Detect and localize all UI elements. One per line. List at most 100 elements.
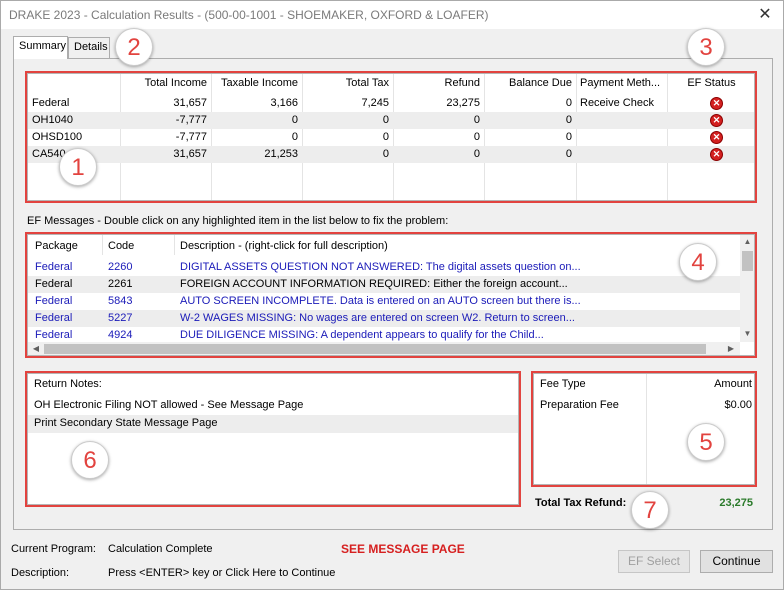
col-refund[interactable]: Refund (393, 75, 484, 92)
ef-messages-horizontal-scrollbar[interactable]: ◀ ▶ (28, 342, 740, 355)
total-tax-value: 0 (382, 114, 389, 126)
error-icon[interactable]: ✕ (710, 114, 723, 127)
col-total-tax[interactable]: Total Tax (302, 75, 393, 92)
tab-summary[interactable]: Summary (13, 36, 68, 59)
col-code[interactable]: Code (104, 238, 176, 255)
col-package[interactable]: Package (31, 238, 103, 255)
col-amount[interactable]: Amount (646, 376, 754, 393)
refund-value: 0 (473, 148, 480, 160)
message-description: AUTO SCREEN INCOMPLETE. Data is entered … (180, 295, 581, 307)
summary-row-ohsd100[interactable]: OHSD100 -7,777 0 0 0 0 ✕ (28, 129, 754, 146)
scroll-down-icon[interactable]: ▼ (740, 329, 754, 338)
total-tax-refund-label: Total Tax Refund: (535, 497, 627, 509)
error-icon[interactable]: ✕ (710, 131, 723, 144)
calculation-results-window: DRAKE 2023 - Calculation Results - (500-… (0, 0, 784, 590)
taxable-income-value: 0 (291, 131, 298, 143)
fee-row[interactable]: Preparation Fee $0.00 (534, 397, 754, 414)
ef-message-row[interactable]: Federal 5843 AUTO SCREEN INCOMPLETE. Dat… (28, 293, 754, 310)
col-fee-type[interactable]: Fee Type (536, 376, 646, 393)
col-description[interactable]: Description - (right-click for full desc… (176, 238, 676, 255)
ef-message-row[interactable]: Federal 2260 DIGITAL ASSETS QUESTION NOT… (28, 259, 754, 276)
callout-5: 5 (687, 423, 725, 461)
fees-grid: Fee Type Amount Preparation Fee $0.00 (533, 373, 755, 485)
callout-2: 2 (115, 28, 153, 66)
summary-header-row: Total Income Taxable Income Total Tax Re… (28, 75, 754, 92)
fee-amount-value: $0.00 (724, 399, 752, 411)
payment-method-value (576, 146, 667, 163)
total-tax-value: 7,245 (361, 97, 389, 109)
row-name: Federal (32, 97, 70, 109)
summary-row-oh1040[interactable]: OH1040 -7,777 0 0 0 0 ✕ (28, 112, 754, 129)
error-icon[interactable]: ✕ (710, 97, 723, 110)
message-description: W-2 WAGES MISSING: No wages are entered … (180, 312, 575, 324)
total-income-value: 31,657 (173, 148, 207, 160)
scroll-right-icon[interactable]: ▶ (725, 344, 737, 353)
refund-value: 0 (473, 131, 480, 143)
message-package: Federal (35, 312, 73, 324)
total-tax-value: 0 (382, 148, 389, 160)
col-taxable-income[interactable]: Taxable Income (211, 75, 302, 92)
refund-value: 0 (473, 114, 480, 126)
col-balance-due[interactable]: Balance Due (484, 75, 576, 92)
message-package: Federal (35, 295, 73, 307)
return-note-item[interactable]: OH Electronic Filing NOT allowed - See M… (28, 397, 518, 415)
return-note-item[interactable]: Print Secondary State Message Page (28, 415, 518, 433)
see-message-page-alert: SEE MESSAGE PAGE (341, 542, 465, 556)
current-program-value: Calculation Complete (108, 543, 213, 555)
close-icon[interactable]: ✕ (755, 5, 775, 25)
callout-1: 1 (59, 148, 97, 186)
taxable-income-value: 3,166 (270, 97, 298, 109)
return-note-text: OH Electronic Filing NOT allowed - See M… (34, 399, 304, 411)
balance-due-value: 0 (565, 148, 572, 160)
total-income-value: -7,777 (175, 131, 207, 143)
scroll-thumb[interactable] (742, 251, 753, 271)
col-ef-status[interactable]: EF Status (667, 75, 754, 92)
summary-row-ca540[interactable]: CA540 31,657 21,253 0 0 0 ✕ (28, 146, 754, 163)
message-code: 5843 (108, 295, 133, 307)
error-icon[interactable]: ✕ (710, 148, 723, 161)
balance-due-value: 0 (565, 131, 572, 143)
description-value[interactable]: Press <ENTER> key or Click Here to Conti… (108, 567, 335, 579)
col-payment-method[interactable]: Payment Meth... (576, 75, 667, 92)
ef-message-row[interactable]: Federal 2261 FOREIGN ACCOUNT INFORMATION… (28, 276, 754, 293)
return-note-text: Print Secondary State Message Page (34, 417, 218, 429)
message-code: 2260 (108, 261, 133, 273)
ef-messages-vertical-scrollbar[interactable]: ▲ ▼ (740, 235, 754, 342)
message-code: 2261 (108, 278, 133, 290)
total-tax-refund-value: 23,275 (719, 497, 753, 509)
taxable-income-value: 0 (291, 114, 298, 126)
summary-grid: Total Income Taxable Income Total Tax Re… (27, 73, 755, 201)
tab-details[interactable]: Details (68, 37, 110, 58)
row-name: OH1040 (32, 114, 73, 126)
payment-method-value (576, 129, 667, 146)
callout-7: 7 (631, 491, 669, 529)
refund-value: 23,275 (446, 97, 480, 109)
callout-3: 3 (687, 28, 725, 66)
scroll-thumb[interactable] (44, 344, 706, 354)
message-description: FOREIGN ACCOUNT INFORMATION REQUIRED: Ei… (180, 278, 568, 290)
title-bar: DRAKE 2023 - Calculation Results - (500-… (1, 1, 783, 29)
callout-6: 6 (71, 441, 109, 479)
balance-due-value: 0 (565, 114, 572, 126)
continue-button[interactable]: Continue (700, 550, 773, 573)
message-description: DIGITAL ASSETS QUESTION NOT ANSWERED: Th… (180, 261, 581, 273)
row-name: OHSD100 (32, 131, 83, 143)
scroll-up-icon[interactable]: ▲ (740, 237, 754, 246)
summary-row-federal[interactable]: Federal 31,657 3,166 7,245 23,275 0 Rece… (28, 95, 754, 112)
callout-4: 4 (679, 243, 717, 281)
window-title: DRAKE 2023 - Calculation Results - (500-… (9, 8, 489, 22)
scroll-left-icon[interactable]: ◀ (30, 344, 42, 353)
payment-method-value: Receive Check (580, 97, 654, 109)
ef-select-button[interactable]: EF Select (618, 550, 690, 573)
payment-method-value (576, 112, 667, 129)
message-code: 5227 (108, 312, 133, 324)
description-label: Description: (11, 567, 70, 579)
return-notes-heading: Return Notes: (34, 378, 102, 390)
total-income-value: 31,657 (173, 97, 207, 109)
ef-message-row[interactable]: Federal 5227 W-2 WAGES MISSING: No wages… (28, 310, 754, 327)
message-package: Federal (35, 261, 73, 273)
fee-type-value: Preparation Fee (540, 399, 619, 411)
col-total-income[interactable]: Total Income (120, 75, 211, 92)
ef-messages-header-row: Package Code Description - (right-click … (28, 238, 754, 255)
balance-due-value: 0 (565, 97, 572, 109)
